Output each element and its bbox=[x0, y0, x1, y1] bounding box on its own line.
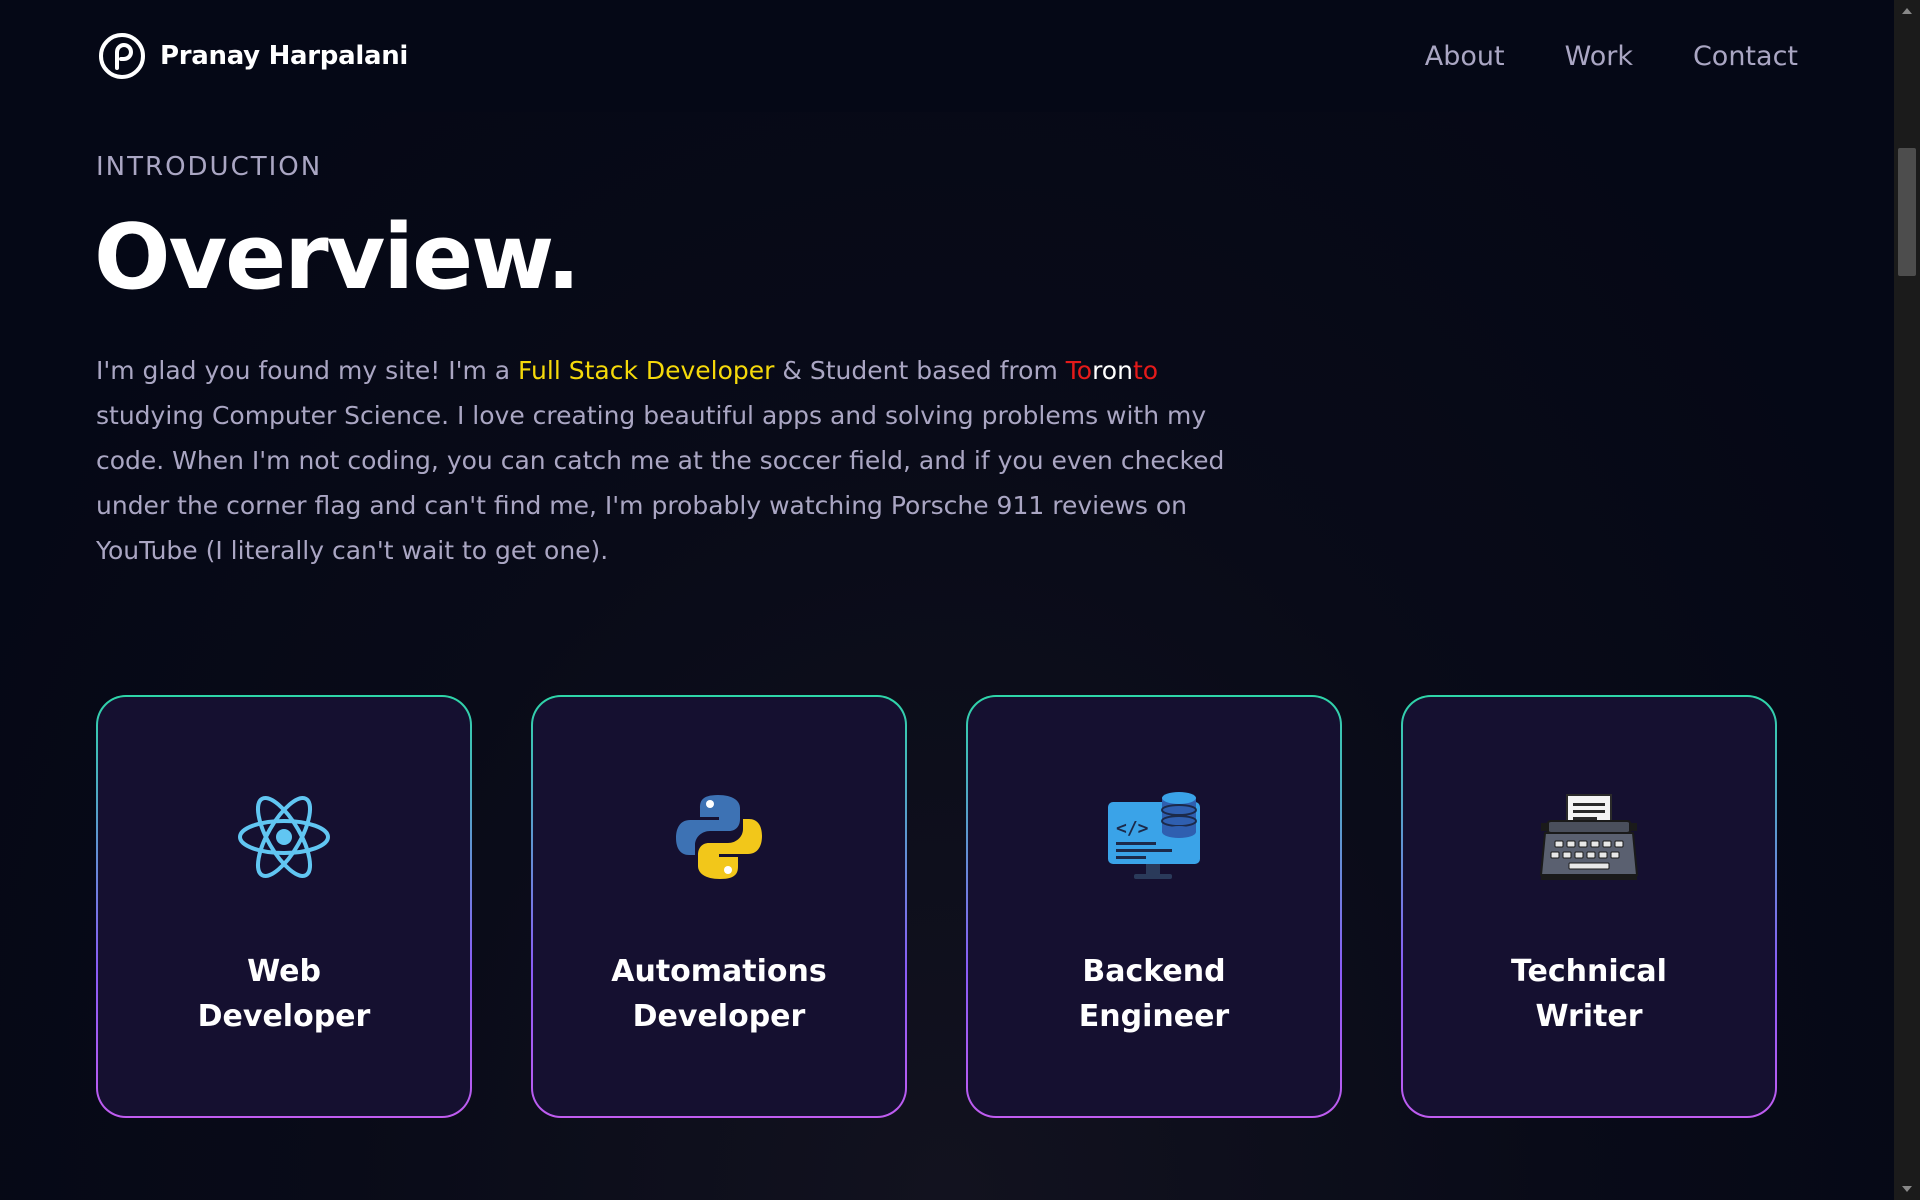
city-highlight-3: to bbox=[1132, 356, 1159, 385]
service-title: Web Developer bbox=[174, 949, 394, 1039]
service-card-body: </> Backend Engineer bbox=[968, 697, 1340, 1116]
nav-link-about[interactable]: About bbox=[1425, 41, 1505, 72]
typewriter-icon bbox=[1539, 787, 1639, 887]
service-card-technical-writer[interactable]: Technical Writer bbox=[1401, 695, 1777, 1118]
service-title-line-1: Technical bbox=[1511, 954, 1667, 989]
service-card-body: Automations Developer bbox=[533, 697, 905, 1116]
brand-name: Pranay Harpalani bbox=[160, 41, 409, 71]
service-card-body: Web Developer bbox=[98, 697, 470, 1116]
navbar: Pranay Harpalani About Work Contact bbox=[0, 0, 1894, 112]
service-card-backend-engineer[interactable]: </> Backend Engineer bbox=[966, 695, 1342, 1118]
nav-links: About Work Contact bbox=[1425, 41, 1798, 72]
react-icon bbox=[234, 787, 334, 887]
paragraph-text-2: & Student based from bbox=[774, 356, 1066, 385]
paragraph-text-1: I'm glad you found my site! I'm a bbox=[96, 356, 519, 385]
service-title-line-1: Backend bbox=[1082, 954, 1226, 989]
service-title: Automations Developer bbox=[609, 949, 829, 1039]
service-title: Technical Writer bbox=[1479, 949, 1699, 1039]
service-title-line-1: Automations bbox=[611, 954, 827, 989]
scroll-up-icon[interactable] bbox=[1902, 8, 1912, 14]
section-title: Overview. bbox=[94, 205, 581, 310]
page: Pranay Harpalani About Work Contact Intr… bbox=[0, 0, 1894, 1200]
python-icon bbox=[669, 787, 769, 887]
service-title: Backend Engineer bbox=[1044, 949, 1264, 1039]
nav-link-work[interactable]: Work bbox=[1565, 41, 1633, 72]
scrollbar-thumb[interactable] bbox=[1898, 148, 1916, 276]
scroll-down-icon[interactable] bbox=[1902, 1186, 1912, 1192]
paragraph-text-3: studying Computer Science. I love creati… bbox=[96, 401, 1225, 565]
service-title-line-1: Web bbox=[247, 954, 321, 989]
city-highlight-1: To bbox=[1065, 356, 1093, 385]
service-title-line-2: Developer bbox=[197, 999, 371, 1034]
service-card-web-developer[interactable]: Web Developer bbox=[96, 695, 472, 1118]
nav-link-contact[interactable]: Contact bbox=[1693, 41, 1798, 72]
brand-home-link[interactable]: Pranay Harpalani bbox=[98, 32, 408, 80]
svg-text:</>: </> bbox=[1116, 818, 1149, 839]
city-highlight-2: ron bbox=[1092, 356, 1133, 385]
page-scrollbar[interactable] bbox=[1894, 0, 1920, 1200]
overview-paragraph: I'm glad you found my site! I'm a Full S… bbox=[96, 348, 1256, 573]
backend-server-icon: </> bbox=[1104, 787, 1204, 887]
role-highlight: Full Stack Developer bbox=[518, 356, 775, 385]
service-card-body: Technical Writer bbox=[1403, 697, 1775, 1116]
services-list: Web Developer Automations Developer </> … bbox=[96, 695, 1777, 1118]
service-title-line-2: Developer bbox=[632, 999, 806, 1034]
logo-icon bbox=[99, 33, 145, 79]
service-title-line-2: Writer bbox=[1535, 999, 1643, 1034]
section-eyebrow: Introduction bbox=[96, 152, 323, 182]
service-title-line-2: Engineer bbox=[1078, 999, 1230, 1034]
service-card-automations-developer[interactable]: Automations Developer bbox=[531, 695, 907, 1118]
